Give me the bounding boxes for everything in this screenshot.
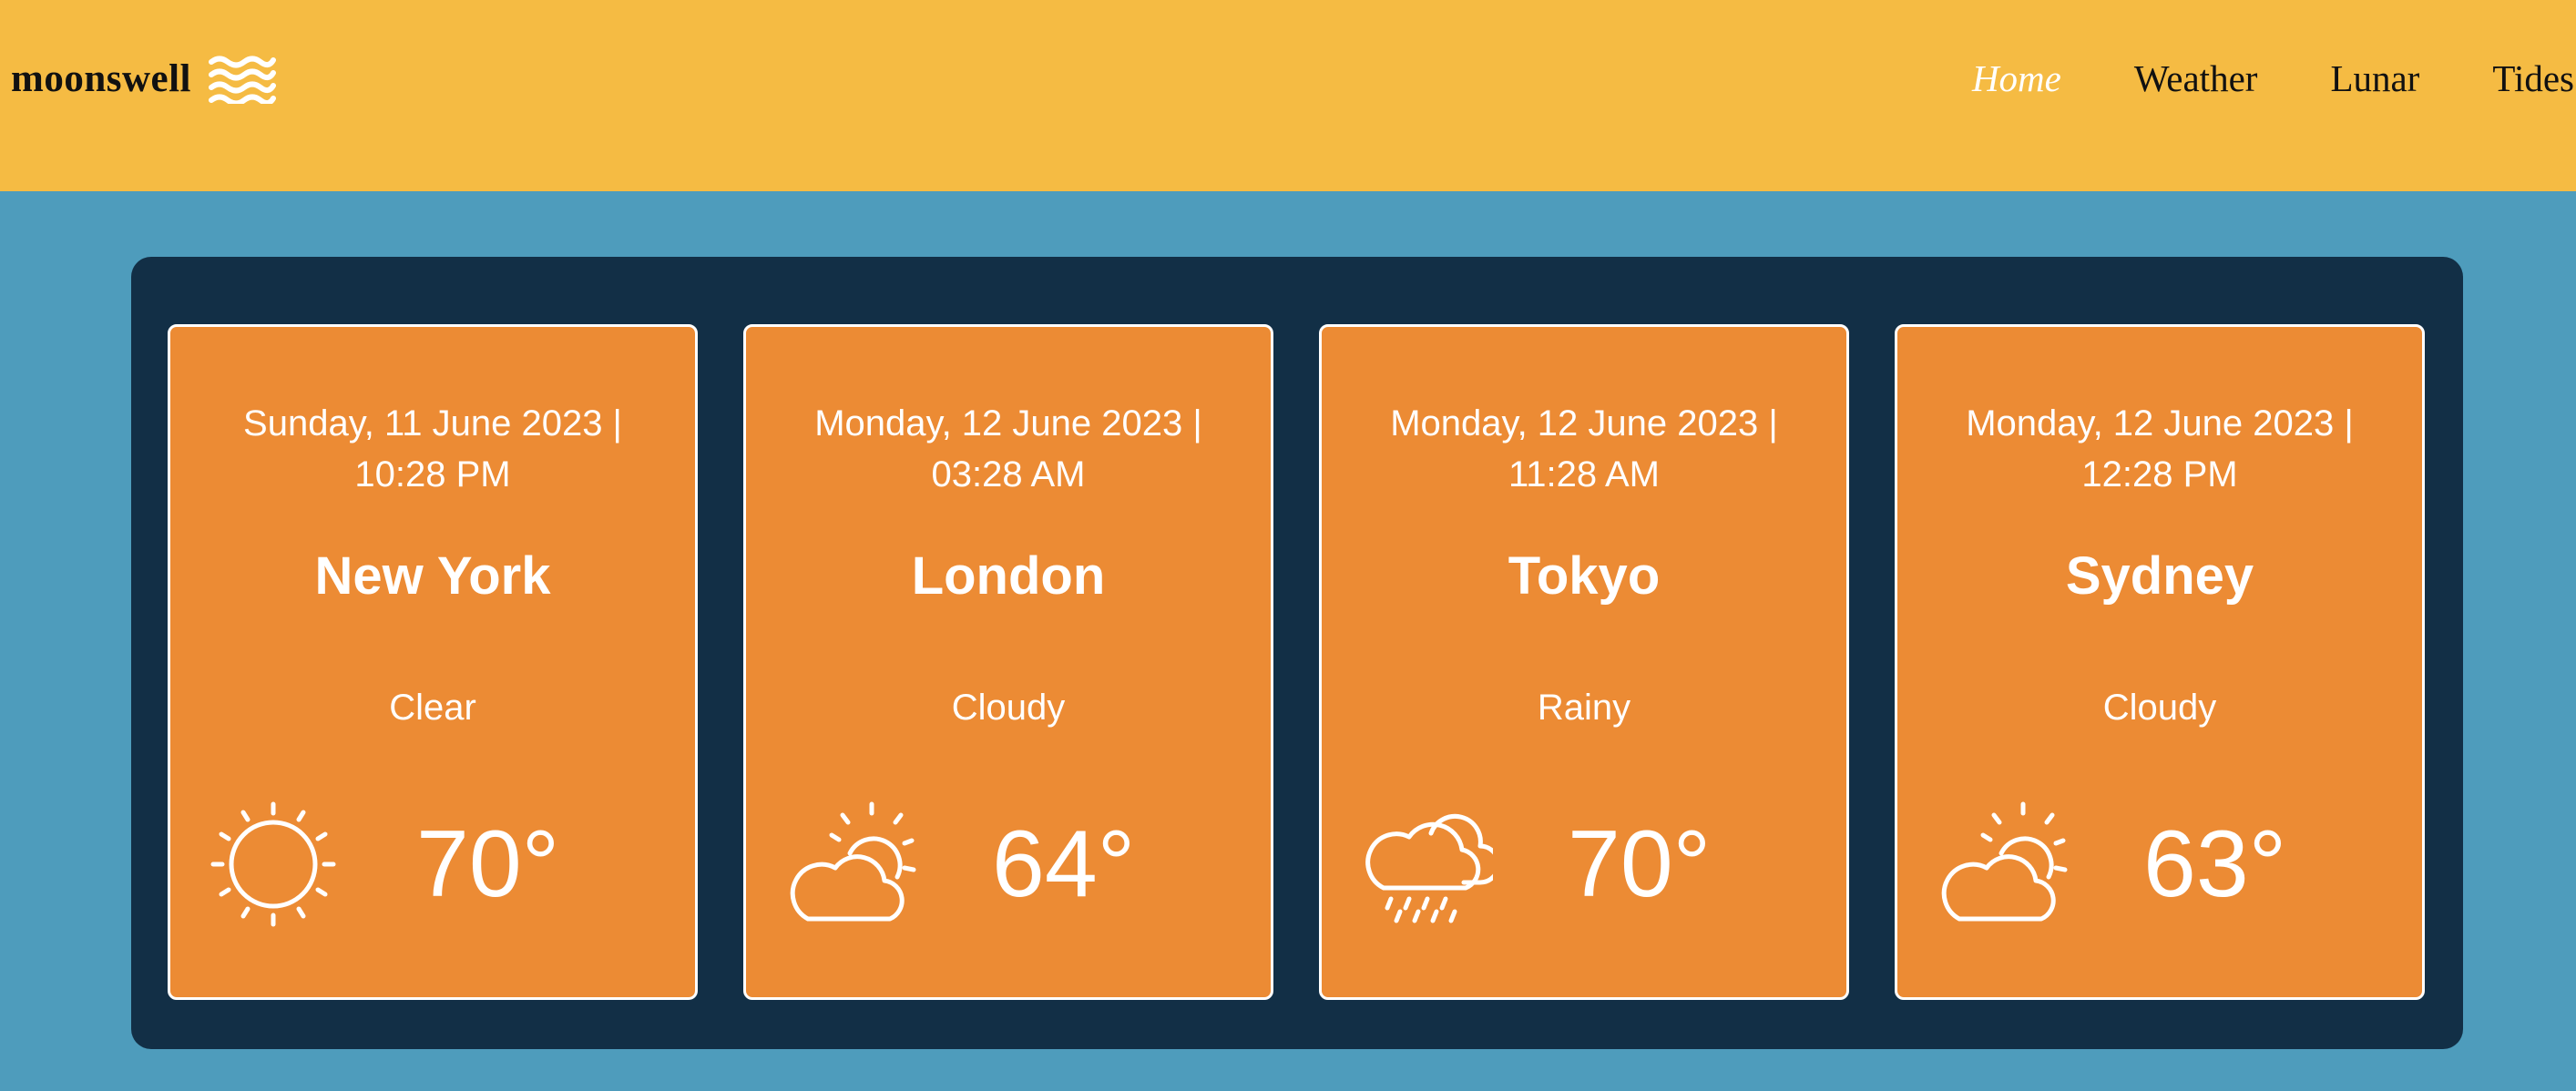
main-nav: Home Weather Lunar Tides [1899, 51, 2574, 106]
nav-weather[interactable]: Weather [2134, 56, 2258, 100]
weather-panel: Sunday, 11 June 2023 | 10:28 PM New York… [131, 257, 2463, 1049]
weather-card-tokyo[interactable]: Monday, 12 June 2023 | 11:28 AM Tokyo Ra… [1319, 324, 1849, 1000]
card-temperature: 70° [416, 811, 560, 917]
card-condition: Cloudy [2102, 688, 2217, 728]
weather-card-new-york[interactable]: Sunday, 11 June 2023 | 10:28 PM New York… [168, 324, 698, 1000]
card-city: Tokyo [1508, 546, 1661, 606]
brand-logo[interactable]: moonswell [11, 51, 277, 106]
sun-icon [210, 801, 336, 927]
card-datetime: Monday, 12 June 2023 | 12:28 PM [1966, 403, 2354, 495]
brand-name: moonswell [11, 56, 191, 100]
card-condition: Cloudy [951, 688, 1066, 728]
partly-cloudy-icon [1941, 801, 2068, 922]
nav-lunar[interactable]: Lunar [2330, 56, 2419, 100]
card-city: Sydney [2065, 546, 2254, 606]
weather-card-london[interactable]: Monday, 12 June 2023 | 03:28 AM London C… [743, 324, 1273, 1000]
rain-cloud-icon [1365, 813, 1493, 923]
card-datetime: Sunday, 11 June 2023 | 10:28 PM [243, 403, 622, 495]
card-temperature: 70° [1568, 811, 1712, 917]
card-condition: Rainy [1537, 688, 1631, 728]
waves-icon [209, 56, 276, 104]
partly-cloudy-icon [790, 801, 916, 922]
card-city: London [911, 546, 1106, 606]
card-city: New York [314, 546, 551, 606]
card-datetime: Monday, 12 June 2023 | 11:28 AM [1390, 403, 1778, 495]
weather-card-sydney[interactable]: Monday, 12 June 2023 | 12:28 PM Sydney C… [1895, 324, 2425, 1000]
top-bar: moonswell Home Weather Lunar Tides [0, 0, 2576, 191]
card-temperature: 64° [992, 811, 1136, 917]
nav-home[interactable]: Home [1972, 56, 2061, 100]
card-datetime: Monday, 12 June 2023 | 03:28 AM [814, 403, 1202, 495]
card-condition: Clear [389, 688, 476, 728]
nav-tides[interactable]: Tides [2492, 56, 2574, 100]
card-temperature: 63° [2143, 811, 2287, 917]
